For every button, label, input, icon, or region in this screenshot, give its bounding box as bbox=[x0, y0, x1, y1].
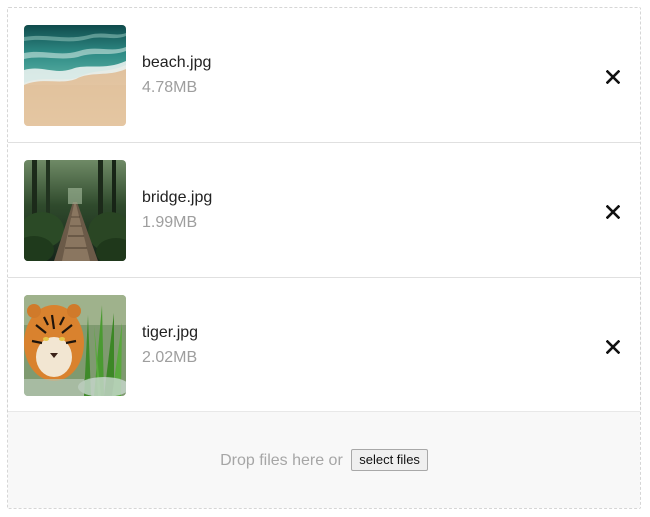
drop-zone[interactable]: Drop files here or select files bbox=[8, 412, 640, 508]
remove-file-button[interactable] bbox=[600, 64, 626, 90]
list-item: bridge.jpg 1.99MB bbox=[8, 143, 640, 278]
file-size: 2.02MB bbox=[142, 349, 198, 366]
file-name: beach.jpg bbox=[142, 54, 212, 71]
close-icon bbox=[606, 70, 620, 84]
remove-file-button[interactable] bbox=[600, 199, 626, 225]
select-files-button[interactable]: select files bbox=[351, 449, 428, 471]
file-size: 4.78MB bbox=[142, 79, 198, 96]
file-uploader: beach.jpg 4.78MB bridge.jpg 1.99MB tiger… bbox=[7, 7, 641, 509]
file-list: beach.jpg 4.78MB bridge.jpg 1.99MB tiger… bbox=[8, 8, 640, 412]
drop-prompt-text: Drop files here or bbox=[220, 452, 343, 470]
bridge-thumbnail bbox=[24, 160, 126, 261]
beach-thumbnail bbox=[24, 25, 126, 126]
close-icon bbox=[606, 340, 620, 354]
drop-zone-message: Drop files here or select files bbox=[8, 449, 640, 472]
file-name: tiger.jpg bbox=[142, 324, 199, 341]
close-icon bbox=[606, 205, 620, 219]
tiger-thumbnail bbox=[24, 295, 126, 396]
file-name: bridge.jpg bbox=[142, 189, 213, 206]
list-item: beach.jpg 4.78MB bbox=[8, 8, 640, 143]
list-item: tiger.jpg 2.02MB bbox=[8, 278, 640, 412]
file-size: 1.99MB bbox=[142, 214, 198, 231]
remove-file-button[interactable] bbox=[600, 334, 626, 360]
